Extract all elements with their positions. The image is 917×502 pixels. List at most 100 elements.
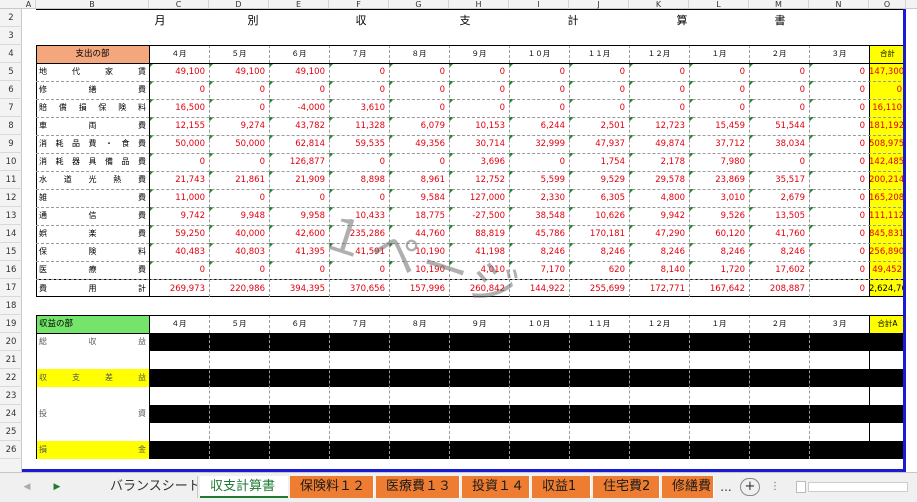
label-char: 収 [39, 373, 47, 382]
row-header-4[interactable]: 4 [0, 45, 22, 63]
expense-value-cell: 0 [809, 243, 869, 261]
row-header-6[interactable]: 6 [0, 81, 22, 99]
expense-value-cell: 0 [449, 63, 509, 81]
expense-total-cell: 256,890 [869, 243, 906, 261]
row-header-15[interactable]: 15 [0, 243, 22, 261]
row-header-22[interactable]: 22 [0, 369, 22, 387]
cell-grid[interactable]: 月別収支計算書支出の部 ４月 ５月 ６月 ７月 ８月 ９月 １０月 １１月 １２月 １月 ２月 ３月 合計… [22, 9, 917, 472]
row-header-17[interactable]: 17 [0, 279, 22, 297]
expense-value-cell: 0 [269, 189, 329, 207]
row-header-16[interactable]: 16 [0, 261, 22, 279]
expense-value-cell: 8,898 [329, 171, 389, 189]
tab-sheet-7[interactable]: 住宅費2 [593, 476, 660, 498]
column-header-h[interactable]: H [449, 0, 509, 9]
hscroll-left-arrow-icon[interactable] [796, 481, 806, 493]
add-sheet-button[interactable]: + [740, 478, 760, 496]
column-header-m[interactable]: M [749, 0, 809, 9]
tab-sheet-6[interactable]: 収益1 [532, 476, 591, 498]
month-header: １１月 [587, 319, 611, 328]
column-header-j[interactable]: J [569, 0, 629, 9]
tab-scroll-left-icon[interactable]: ◀ [16, 476, 38, 498]
label-char: 用 [88, 284, 97, 293]
expense-value-cell: 0 [209, 153, 269, 171]
column-header-n[interactable]: N [809, 0, 869, 9]
expense-value-cell: 40,000 [209, 225, 269, 243]
column-header-g[interactable]: G [389, 0, 449, 9]
month-header: ４月 [171, 49, 187, 58]
column-header-d[interactable]: D [209, 0, 269, 9]
row-header-13[interactable]: 13 [0, 207, 22, 225]
row-header-24[interactable]: 24 [0, 405, 22, 423]
label-char: 信 [88, 211, 97, 220]
label-char: 楽 [88, 229, 97, 238]
expense-value-cell: 41,198 [449, 243, 509, 261]
column-header-l[interactable]: L [689, 0, 749, 9]
expense-value-cell: 4,800 [629, 189, 689, 207]
more-tabs-button[interactable]: ... [716, 476, 736, 498]
row-header-11[interactable]: 11 [0, 171, 22, 189]
grid-line [36, 279, 906, 280]
expense-value-cell: 10,626 [569, 207, 629, 225]
column-header-k[interactable]: K [629, 0, 689, 9]
expense-item-label: 保険料 [36, 243, 149, 261]
month-header: ３月 [831, 319, 847, 328]
expense-value-cell: 8,246 [689, 243, 749, 261]
column-header-a[interactable]: A [22, 0, 36, 9]
column-header-f[interactable]: F [329, 0, 389, 9]
column-header-b[interactable]: B [36, 0, 149, 9]
row-header-23[interactable]: 23 [0, 387, 22, 405]
expense-value-cell: 0 [809, 171, 869, 189]
column-header-o[interactable]: O [869, 0, 906, 9]
row-header-12[interactable]: 12 [0, 189, 22, 207]
row-header-14[interactable]: 14 [0, 225, 22, 243]
label-char: 費 [138, 229, 146, 238]
row-header-25[interactable]: 25 [0, 423, 22, 441]
label-char: 車 [39, 121, 47, 130]
label-char: 資 [138, 409, 146, 418]
expense-total-cell: 845,831 [869, 225, 906, 243]
income-item-label: 収支差益 [36, 369, 149, 387]
row-header-3[interactable]: 3 [0, 27, 22, 45]
label-char: 費 [138, 121, 146, 130]
spreadsheet[interactable]: ABCDEFGHIJKLMNO 2 3 4 5 6 7 8 9 10 11 12 13 14 15 16 17… [0, 0, 917, 472]
tab-sheet-8[interactable]: 修繕費 [662, 476, 714, 498]
expense-value-cell: 0 [809, 189, 869, 207]
tab-split-handle-icon[interactable]: ⋮ [770, 476, 780, 498]
expense-value-cell: 0 [689, 63, 749, 81]
tab-scroll-right-icon[interactable]: ▶ [46, 476, 68, 498]
expense-item-label: 消耗器具備品費 [36, 153, 149, 171]
expense-value-cell: 49,874 [629, 135, 689, 153]
row-header-7[interactable]: 7 [0, 99, 22, 117]
expense-value-cell: 42,600 [269, 225, 329, 243]
expense-value-cell: 0 [809, 225, 869, 243]
row-header-10[interactable]: 10 [0, 153, 22, 171]
tab-sheet-1[interactable]: バランスシート [100, 476, 198, 498]
row-header-5[interactable]: 5 [0, 63, 22, 81]
expense-value-cell: 0 [389, 153, 449, 171]
row-header-21[interactable]: 21 [0, 351, 22, 369]
row-header-19[interactable]: 19 [0, 315, 22, 333]
row-header-20[interactable]: 20 [0, 333, 22, 351]
expense-value-cell: 9,742 [149, 207, 209, 225]
column-header-i[interactable]: I [509, 0, 569, 9]
expense-value-cell: 17,602 [749, 261, 809, 279]
row-header-2[interactable]: 2 [0, 9, 22, 27]
tab-sheet-2[interactable]: 収支計算書 [200, 476, 288, 498]
row-header-18[interactable]: 18 [0, 297, 22, 315]
tab-sheet-4[interactable]: 医療費１３ [376, 476, 460, 498]
month-header: ５月 [231, 319, 247, 328]
tab-sheet-3[interactable]: 保険料１２ [290, 476, 374, 498]
label-char: 娯 [39, 229, 47, 238]
row-header-26[interactable]: 26 [0, 441, 22, 459]
horizontal-scrollbar[interactable] [808, 482, 908, 492]
column-header-c[interactable]: C [149, 0, 209, 9]
row-header-8[interactable]: 8 [0, 117, 22, 135]
expense-value-cell: 49,356 [389, 135, 449, 153]
row-header-9[interactable]: 9 [0, 135, 22, 153]
expense-value-cell: 0 [569, 63, 629, 81]
label-char: 支 [72, 373, 80, 382]
grid-line [36, 315, 906, 316]
expense-value-cell: 0 [809, 63, 869, 81]
column-header-e[interactable]: E [269, 0, 329, 9]
tab-sheet-5[interactable]: 投資１４ [462, 476, 530, 498]
